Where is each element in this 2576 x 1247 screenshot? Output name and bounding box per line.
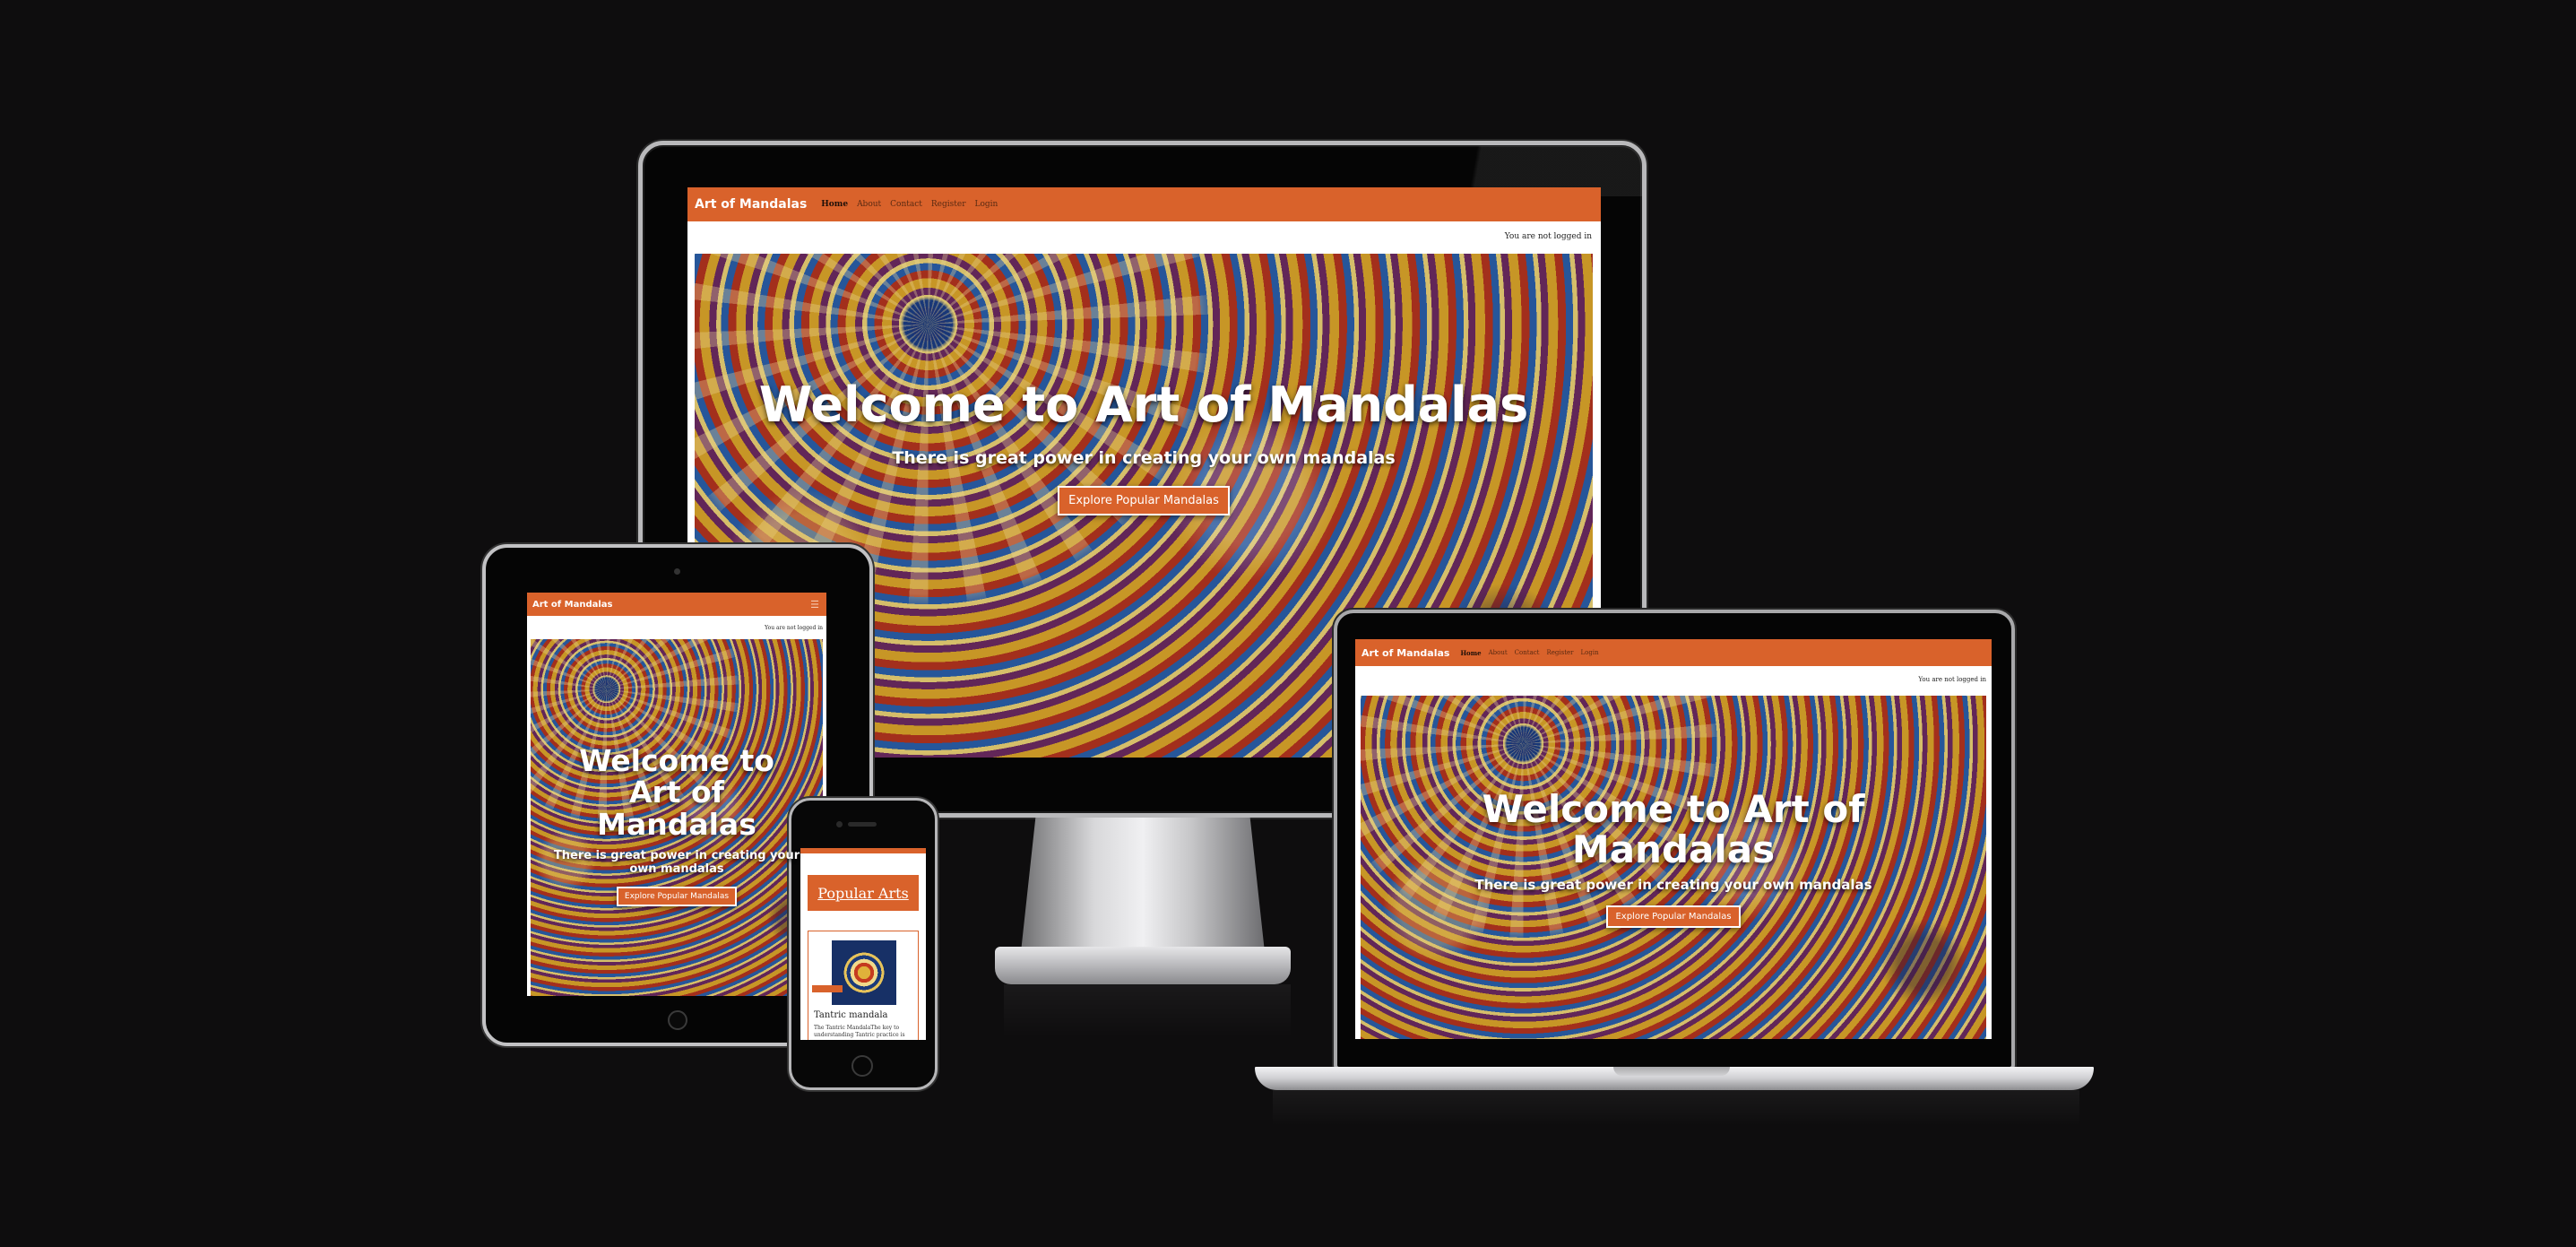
hero-subtitle: There is great power in creating your ow… <box>892 447 1396 468</box>
nav-about[interactable]: About <box>857 200 881 209</box>
hero-subtitle: There is great power in creating your ow… <box>1474 877 1872 894</box>
brand-logo[interactable]: Art of Mandalas <box>695 197 807 212</box>
explore-button[interactable]: Explore Popular Mandalas <box>1058 485 1230 515</box>
desktop-screen: Art of Mandalas Home About Contact Regis… <box>687 187 1601 758</box>
laptop-screen: Art of Mandalas Home About Contact Regis… <box>1355 639 1992 1039</box>
login-status: You are not logged in <box>1918 676 1986 683</box>
phone-speaker <box>848 822 877 827</box>
desktop-stand <box>1021 818 1265 952</box>
hero-banner: Welcome to Art of Mandalas There is grea… <box>695 254 1593 758</box>
nav-login[interactable]: Login <box>975 200 998 209</box>
card-text: The Tantric MandalaThe key to understand… <box>814 1025 905 1038</box>
tablet-home-button <box>668 1010 687 1030</box>
tablet-screen: Art of Mandalas ☰ You are not logged in … <box>527 593 826 996</box>
nav-register[interactable]: Register <box>931 200 966 209</box>
hero-title: Welcome to Art of Mandalas <box>758 377 1529 434</box>
popular-arts-heading[interactable]: Popular Arts <box>808 875 919 911</box>
phone-home-button <box>851 1055 873 1077</box>
mandala-card[interactable]: Tantric mandala The Tantric MandalaThe k… <box>808 931 919 1040</box>
brand-logo[interactable]: Art of Mandalas <box>532 600 613 610</box>
nav-contact[interactable]: Contact <box>890 200 922 209</box>
login-status: You are not logged in <box>1504 232 1592 241</box>
phone-camera <box>836 821 843 827</box>
explore-button[interactable]: Explore Popular Mandalas <box>616 887 738 907</box>
laptop-notch <box>1613 1067 1730 1076</box>
tantric-mandala-image <box>832 940 896 1005</box>
device-mockup-stage: Art of Mandalas Home About Contact Regis… <box>0 0 2576 1247</box>
hero-subtitle: There is great power in creating your ow… <box>553 849 800 877</box>
card-title: Tantric mandala <box>814 1010 888 1020</box>
desktop-stand-base <box>995 947 1291 984</box>
desktop-navbar: Art of Mandalas Home About Contact Regis… <box>687 187 1601 221</box>
hero-title: Welcome to Art of Mandalas <box>579 742 774 842</box>
tablet-camera <box>674 568 680 575</box>
hero-banner: Welcome to Art of Mandalas There is grea… <box>1361 696 1986 1039</box>
nav-home[interactable]: Home <box>821 200 848 209</box>
desktop-reflection <box>1004 984 1291 1038</box>
laptop-reflection <box>1273 1090 2079 1126</box>
hero-title: Welcome to Art of Mandalas <box>1482 786 1865 871</box>
explore-button[interactable]: Explore Popular Mandalas <box>1606 905 1741 929</box>
hero-banner: Welcome to Art of Mandalas There is grea… <box>531 639 823 996</box>
